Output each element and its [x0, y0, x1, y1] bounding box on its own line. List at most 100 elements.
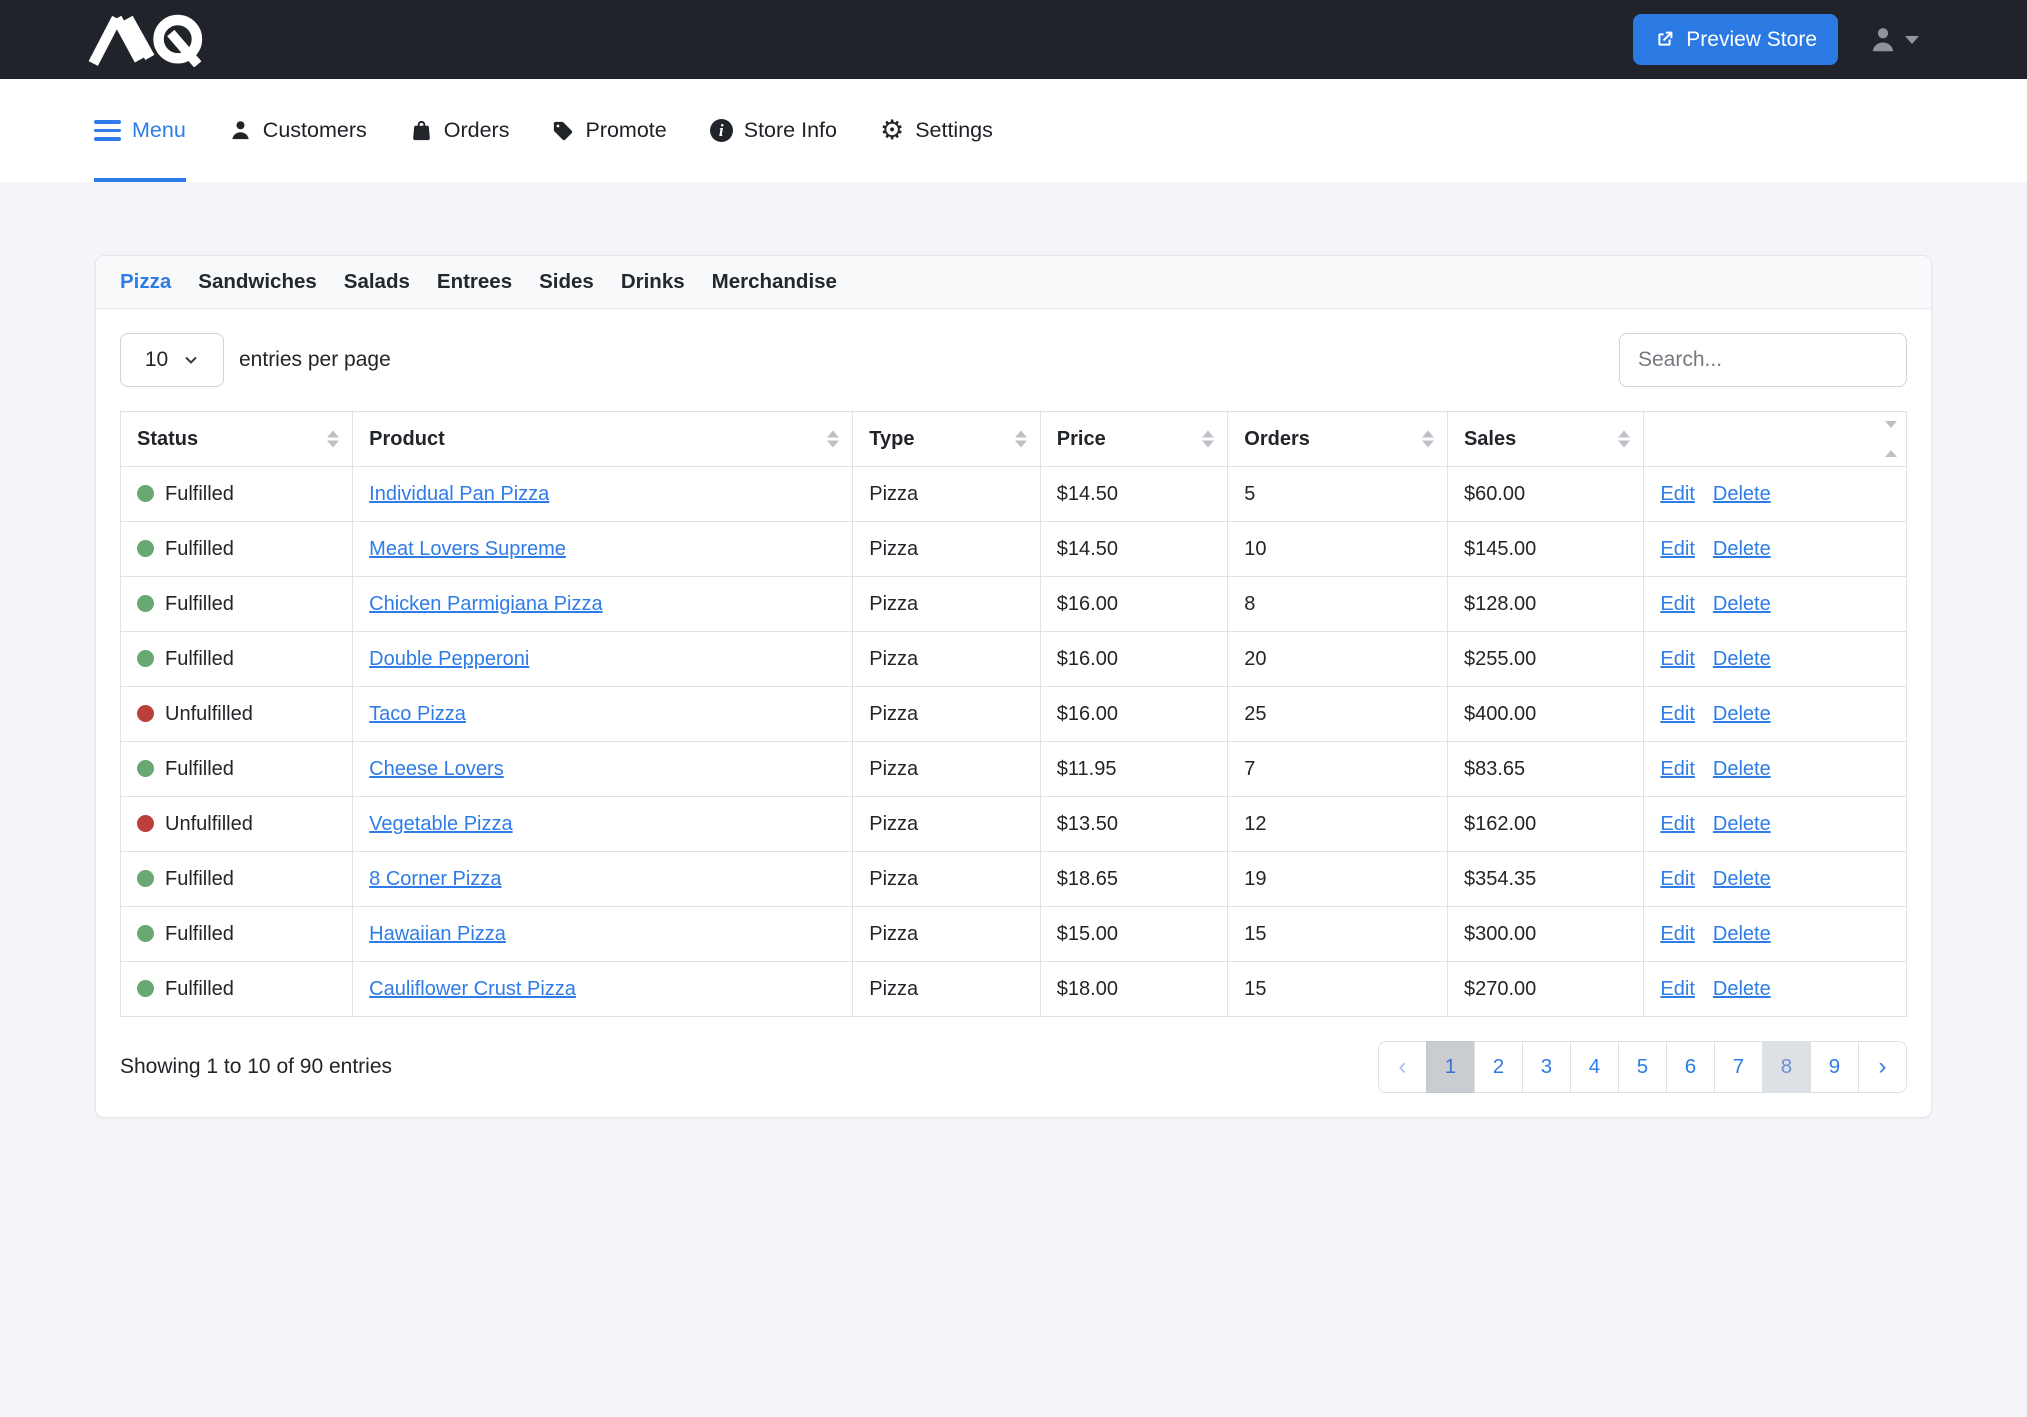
tab-pizza[interactable]: Pizza	[120, 270, 171, 294]
actions-cell: Edit Delete	[1644, 687, 1907, 742]
tab-salads[interactable]: Salads	[344, 270, 410, 294]
status-cell: Fulfilled	[121, 742, 353, 797]
delete-link[interactable]: Delete	[1713, 868, 1771, 890]
product-cell: Cheese Lovers	[353, 742, 853, 797]
delete-link[interactable]: Delete	[1713, 593, 1771, 615]
product-link[interactable]: Double Pepperoni	[369, 648, 529, 670]
page-item-3[interactable]: 3	[1522, 1041, 1571, 1093]
delete-link[interactable]: Delete	[1713, 813, 1771, 835]
page-item-9[interactable]: 9	[1810, 1041, 1859, 1093]
product-link[interactable]: Meat Lovers Supreme	[369, 538, 566, 560]
edit-link[interactable]: Edit	[1660, 648, 1694, 670]
product-link[interactable]: Taco Pizza	[369, 703, 466, 725]
col-header-type[interactable]: Type	[853, 412, 1041, 467]
table-row: FulfilledCauliflower Crust PizzaPizza$18…	[121, 962, 1907, 1017]
nav-label: Store Info	[744, 118, 837, 143]
page-item-1[interactable]: 1	[1426, 1041, 1475, 1093]
edit-link[interactable]: Edit	[1660, 703, 1694, 725]
nav-item-customers[interactable]: Customers	[229, 79, 367, 182]
edit-link[interactable]: Edit	[1660, 978, 1694, 1000]
status-label: Fulfilled	[165, 868, 234, 890]
product-cell: 8 Corner Pizza	[353, 852, 853, 907]
topbar: Preview Store	[0, 0, 2027, 79]
page-item-7[interactable]: 7	[1714, 1041, 1763, 1093]
nav-item-orders[interactable]: Orders	[410, 79, 510, 182]
type-cell: Pizza	[853, 522, 1041, 577]
edit-link[interactable]: Edit	[1660, 593, 1694, 615]
orders-cell: 5	[1228, 467, 1448, 522]
type-cell: Pizza	[853, 797, 1041, 852]
product-link[interactable]: Vegetable Pizza	[369, 813, 512, 835]
col-header-status[interactable]: Status	[121, 412, 353, 467]
actions-cell: Edit Delete	[1644, 742, 1907, 797]
col-header-label: Orders	[1244, 428, 1310, 450]
preview-store-button[interactable]: Preview Store	[1633, 14, 1838, 65]
page-next[interactable]: ›	[1858, 1041, 1907, 1093]
edit-link[interactable]: Edit	[1660, 868, 1694, 890]
tab-drinks[interactable]: Drinks	[621, 270, 685, 294]
fulfilled-dot	[137, 540, 154, 557]
delete-link[interactable]: Delete	[1713, 758, 1771, 780]
edit-link[interactable]: Edit	[1660, 813, 1694, 835]
table-footer: Showing 1 to 10 of 90 entries ‹123456789…	[120, 1041, 1907, 1093]
edit-link[interactable]: Edit	[1660, 483, 1694, 505]
tab-sides[interactable]: Sides	[539, 270, 594, 294]
status-label: Fulfilled	[165, 978, 234, 1000]
col-header-price[interactable]: Price	[1040, 412, 1228, 467]
tab-entrees[interactable]: Entrees	[437, 270, 512, 294]
card-body: 10 entries per page StatusProductTypePri…	[96, 309, 1931, 1117]
orders-cell: 15	[1228, 907, 1448, 962]
sales-cell: $300.00	[1447, 907, 1643, 962]
status-cell: Unfulfilled	[121, 687, 353, 742]
fulfilled-dot	[137, 925, 154, 942]
edit-link[interactable]: Edit	[1660, 538, 1694, 560]
brand-logo[interactable]	[88, 13, 210, 67]
col-header-orders[interactable]: Orders	[1228, 412, 1448, 467]
search-input[interactable]	[1619, 333, 1907, 387]
nav-item-promote[interactable]: Promote	[552, 79, 666, 182]
status-cell: Fulfilled	[121, 522, 353, 577]
page-item-4[interactable]: 4	[1570, 1041, 1619, 1093]
user-menu[interactable]	[1868, 25, 1919, 55]
entries-per-page-select[interactable]: 10	[120, 333, 224, 387]
product-link[interactable]: Hawaiian Pizza	[369, 923, 506, 945]
page-item-5[interactable]: 5	[1618, 1041, 1667, 1093]
page-item-2[interactable]: 2	[1474, 1041, 1523, 1093]
sort-icon	[1422, 431, 1434, 448]
product-link[interactable]: Individual Pan Pizza	[369, 483, 549, 505]
type-cell: Pizza	[853, 577, 1041, 632]
status-cell: Unfulfilled	[121, 797, 353, 852]
delete-link[interactable]: Delete	[1713, 923, 1771, 945]
edit-link[interactable]: Edit	[1660, 758, 1694, 780]
page-prev[interactable]: ‹	[1378, 1041, 1427, 1093]
status-cell: Fulfilled	[121, 632, 353, 687]
delete-link[interactable]: Delete	[1713, 703, 1771, 725]
delete-link[interactable]: Delete	[1713, 538, 1771, 560]
nav-item-settings[interactable]: ⚙ Settings	[880, 79, 993, 182]
product-link[interactable]: 8 Corner Pizza	[369, 868, 501, 890]
product-cell: Chicken Parmigiana Pizza	[353, 577, 853, 632]
col-header-product[interactable]: Product	[353, 412, 853, 467]
orders-cell: 12	[1228, 797, 1448, 852]
tab-sandwiches[interactable]: Sandwiches	[198, 270, 317, 294]
status-label: Fulfilled	[165, 758, 234, 780]
product-link[interactable]: Chicken Parmigiana Pizza	[369, 593, 602, 615]
orders-cell: 15	[1228, 962, 1448, 1017]
delete-link[interactable]: Delete	[1713, 483, 1771, 505]
page-item-8[interactable]: 8	[1762, 1041, 1811, 1093]
tab-merchandise[interactable]: Merchandise	[712, 270, 837, 294]
nav-item-store-info[interactable]: i Store Info	[710, 79, 837, 182]
nav-label: Menu	[132, 118, 186, 143]
price-cell: $18.65	[1040, 852, 1228, 907]
product-link[interactable]: Cheese Lovers	[369, 758, 504, 780]
col-header-actions[interactable]	[1644, 412, 1907, 467]
product-link[interactable]: Cauliflower Crust Pizza	[369, 978, 576, 1000]
actions-cell: Edit Delete	[1644, 467, 1907, 522]
col-header-sales[interactable]: Sales	[1447, 412, 1643, 467]
orders-cell: 25	[1228, 687, 1448, 742]
page-item-6[interactable]: 6	[1666, 1041, 1715, 1093]
edit-link[interactable]: Edit	[1660, 923, 1694, 945]
nav-item-menu[interactable]: Menu	[94, 79, 186, 182]
delete-link[interactable]: Delete	[1713, 978, 1771, 1000]
delete-link[interactable]: Delete	[1713, 648, 1771, 670]
